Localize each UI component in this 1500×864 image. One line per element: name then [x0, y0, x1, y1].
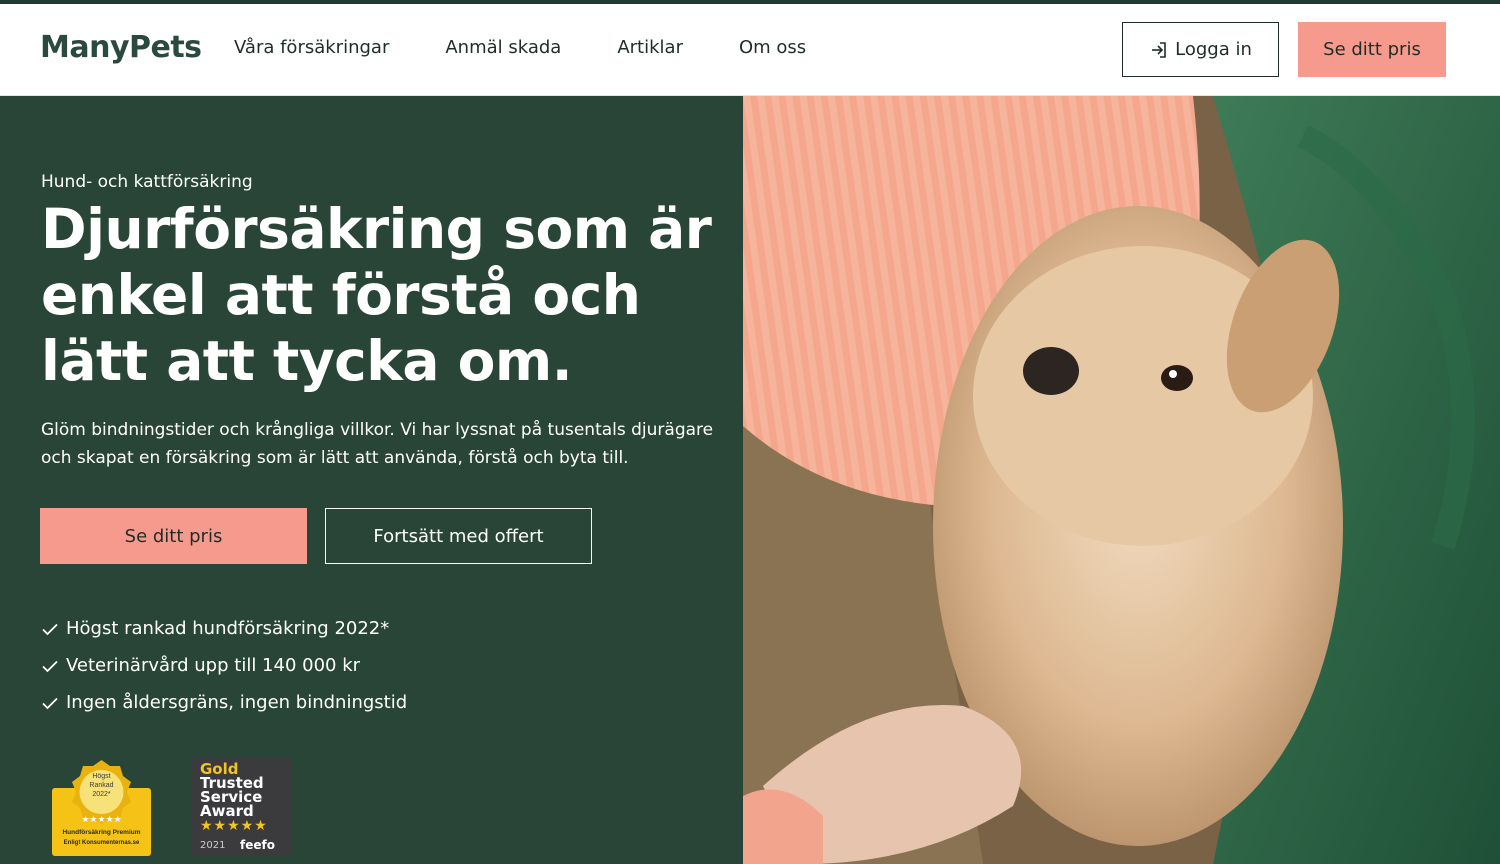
hero-panel: Hund- och kattförsäkring Djurförsäkring …	[0, 96, 743, 864]
badge1-bottom2: Enligt Konsumenternas.se	[64, 840, 140, 846]
badge1-stars: ★★★★★	[81, 815, 121, 825]
benefit-text: Veterinärvård upp till 140 000 kr	[66, 655, 361, 676]
header-see-price-button[interactable]: Se ditt pris	[1298, 22, 1446, 77]
feefo-line-award: Award	[200, 802, 254, 820]
list-item: Högst rankad hundförsäkring 2022*	[40, 610, 407, 647]
badge1-line2: Rankad	[89, 782, 113, 789]
badge1-line3: 2022*	[92, 791, 111, 798]
feefo-year: 2021	[200, 840, 226, 851]
hero-lead: Glöm bindningstider och krångliga villko…	[41, 420, 714, 468]
feefo-logo: feefo	[240, 838, 275, 852]
login-arrow-icon	[1152, 41, 1166, 58]
badge1-line1: Högst	[92, 773, 110, 780]
nav-item-report-claim[interactable]: Anmäl skada	[445, 37, 561, 58]
feefo-award-title: Gold Trusted Service Award	[200, 762, 264, 820]
check-icon	[42, 623, 58, 635]
feefo-award-badge: Gold Trusted Service Award ★★★★★ 2021 fe…	[192, 758, 291, 856]
feefo-stars: ★★★★★	[200, 818, 268, 834]
see-price-button[interactable]: Se ditt pris	[40, 508, 307, 564]
hero-eyebrow: Hund- och kattförsäkring	[41, 172, 253, 192]
konsumenterna-award-badge: Högst Rankad 2022* ★★★★★ Hundförsäkring …	[52, 760, 151, 856]
check-icon	[42, 660, 58, 672]
benefit-text: Högst rankad hundförsäkring 2022*	[66, 618, 390, 639]
check-icon	[42, 697, 58, 709]
nav-item-articles[interactable]: Artiklar	[617, 37, 683, 58]
manypets-logo[interactable]: ManyPets	[40, 30, 202, 65]
site-header: ManyPets Våra försäkringar Anmäl skada A…	[0, 4, 1500, 96]
dog-photo-illustration	[743, 96, 1500, 864]
list-item: Ingen åldersgräns, ingen bindningstid	[40, 684, 407, 721]
list-item: Veterinärvård upp till 140 000 kr	[40, 647, 407, 684]
hero-image	[743, 96, 1500, 864]
benefit-text: Ingen åldersgräns, ingen bindningstid	[66, 692, 408, 713]
login-label: Logga in	[1175, 39, 1252, 60]
badge1-bottom1: Hundförsäkring Premium	[62, 829, 140, 836]
hero-title: Djurförsäkring som är enkel att förstå o…	[41, 197, 712, 393]
nav-item-insurances[interactable]: Våra försäkringar	[234, 37, 389, 58]
main-nav: Våra försäkringar Anmäl skada Artiklar O…	[234, 37, 862, 58]
benefit-list: Högst rankad hundförsäkring 2022* Veteri…	[40, 610, 407, 721]
login-button[interactable]: Logga in	[1122, 22, 1279, 77]
continue-quote-button[interactable]: Fortsätt med offert	[325, 508, 592, 564]
nav-item-about[interactable]: Om oss	[739, 37, 806, 58]
